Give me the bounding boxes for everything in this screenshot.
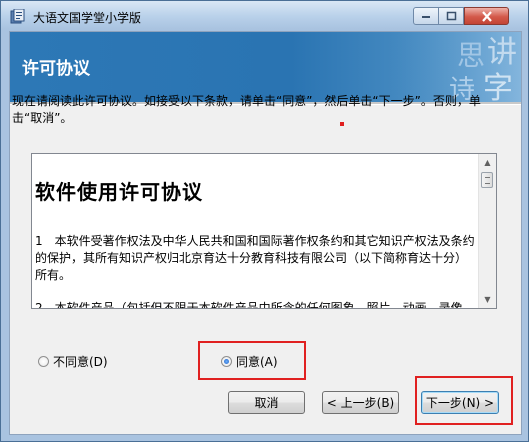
disagree-radio[interactable]: 不同意(D)	[38, 353, 108, 370]
window-title: 大语文国学堂小学版	[33, 11, 142, 25]
agree-highlight-box	[198, 341, 306, 380]
maximize-button[interactable]	[439, 7, 464, 25]
app-icon	[10, 9, 25, 24]
title-bar[interactable]: 大语文国学堂小学版	[1, 1, 528, 29]
brand-char: 思	[457, 39, 485, 72]
instructions-text: 现在请阅读此许可协议。如接受以下条款，请单击“同意”，然后单击“下一步”。否则，…	[12, 94, 481, 125]
installer-window: 大语文国学堂小学版 许可协议 思 讲 诗 字 现在请阅读此许可协议。如接受以下条…	[0, 0, 529, 442]
minimize-button[interactable]	[413, 7, 439, 25]
license-paragraph: 2 本软件产品（包括但不限于本软件产品中所含的任何图象、照片、动画、录像、	[35, 301, 475, 309]
cancel-button[interactable]: 取消	[228, 391, 305, 414]
brand-calligraphy-logo: 思 讲 诗 字	[391, 32, 521, 102]
disagree-label: 不同意(D)	[53, 355, 108, 369]
scroll-down-arrow-icon[interactable]: ▼	[479, 291, 496, 308]
license-title: 软件使用许可协议	[35, 180, 203, 204]
close-button[interactable]	[464, 7, 509, 25]
brand-char: 讲	[487, 35, 517, 70]
license-content: 软件使用许可协议 1 本软件受著作权法及中华人民共和国和国际著作权条约和其它知识…	[35, 160, 475, 309]
page-header: 许可协议 思 讲 诗 字	[10, 32, 521, 102]
vertical-scrollbar[interactable]: ▲ ▼	[478, 154, 496, 308]
back-button[interactable]: < 上一步(B)	[322, 391, 399, 414]
scroll-up-arrow-icon[interactable]: ▲	[479, 154, 496, 171]
red-mark	[340, 122, 344, 126]
radio-unchecked-icon[interactable]	[38, 356, 49, 367]
scroll-thumb[interactable]	[481, 172, 493, 188]
license-paragraph: 1 本软件受著作权法及中华人民共和国和国际著作权条约和其它知识产权法及条约的保护…	[35, 234, 475, 282]
maximize-icon	[446, 11, 456, 21]
license-text-box[interactable]: 软件使用许可协议 1 本软件受著作权法及中华人民共和国和国际著作权条约和其它知识…	[31, 153, 497, 309]
close-icon	[481, 10, 492, 22]
next-highlight-box	[415, 376, 513, 425]
minimize-icon	[422, 16, 430, 18]
page-title: 许可协议	[22, 59, 90, 79]
